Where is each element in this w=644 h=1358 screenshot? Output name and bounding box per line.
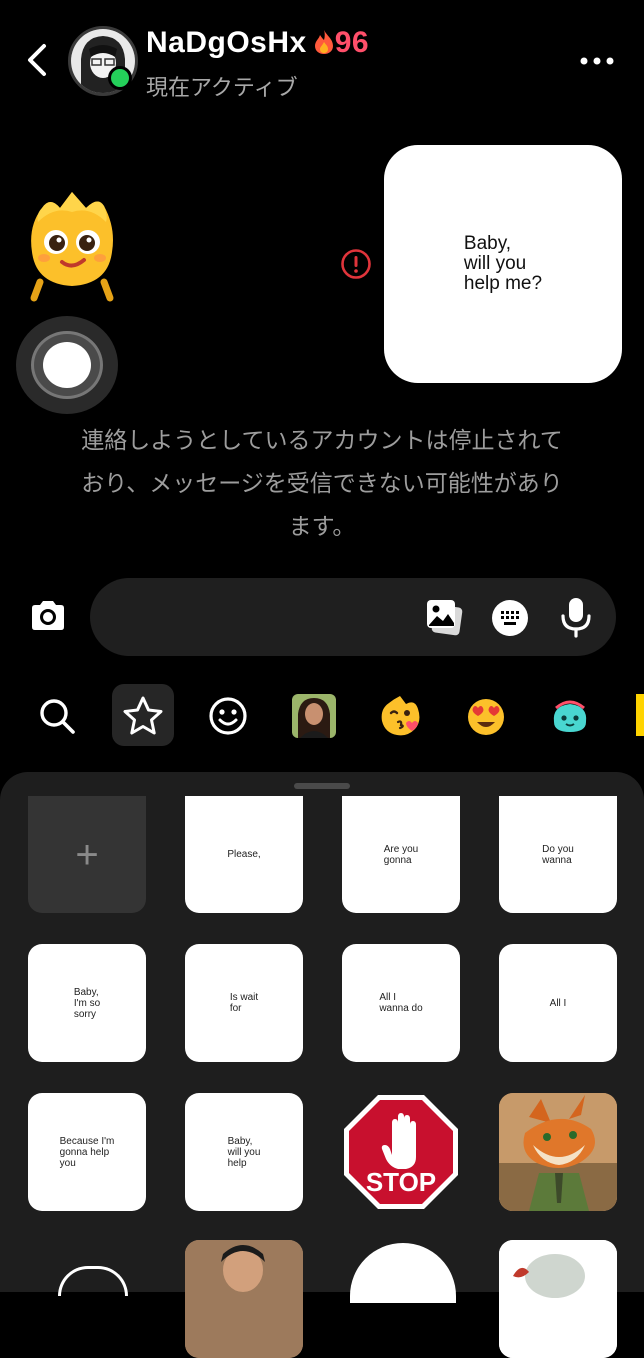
character-sticker[interactable] <box>499 1240 617 1358</box>
streak-count: 96 <box>334 26 370 59</box>
sticker-text: Baby, will you help <box>227 1135 261 1169</box>
active-status: 現在アクティブ <box>146 76 298 101</box>
sticker-item[interactable]: All I wanna do <box>342 944 460 1062</box>
stop-sign-icon: STOP <box>344 1095 458 1209</box>
camera-icon[interactable] <box>28 596 68 636</box>
sent-sticker-text: Baby, will you help me? <box>463 233 543 294</box>
streak-badge: 96 <box>313 26 369 60</box>
tab-kiss-pack[interactable] <box>376 692 424 740</box>
online-status-dot <box>108 66 132 90</box>
sticker-text: Please, <box>227 849 261 860</box>
back-arrow-icon[interactable] <box>22 40 56 80</box>
sticker-item[interactable]: Is wait for <box>185 944 303 1062</box>
sticker-text: Because I'm gonna help you <box>59 1135 115 1169</box>
sent-sticker-message[interactable]: Baby, will you help me? <box>384 145 622 383</box>
tab-emoji[interactable] <box>204 692 252 740</box>
blob-creature-icon <box>553 700 587 732</box>
stop-sign-text: STOP <box>366 1167 436 1197</box>
username: NaDgOsHx <box>146 26 307 59</box>
photo-sticker[interactable] <box>185 1240 303 1358</box>
mascot-sticker[interactable] <box>20 186 124 304</box>
sticker-text: Do you wanna <box>542 843 574 866</box>
photo-sticker-icon[interactable] <box>424 597 466 637</box>
tab-portrait-pack[interactable] <box>290 692 338 740</box>
kiss-emoji-icon <box>381 696 420 736</box>
stop-sign-sticker[interactable]: STOP <box>342 1093 460 1211</box>
smiley-icon <box>209 697 247 735</box>
message-input[interactable] <box>90 578 616 656</box>
keyboard-icon[interactable] <box>490 598 530 638</box>
add-sticker-button[interactable]: + <box>28 796 146 913</box>
sticker-item[interactable]: Do you wanna <box>499 796 617 913</box>
sticker-item[interactable]: Baby, I'm so sorry <box>28 944 146 1062</box>
tab-overflow-indicator <box>636 694 644 736</box>
person-photo-image <box>185 1240 303 1358</box>
plus-icon: + <box>75 832 99 877</box>
heart-eyes-emoji-icon <box>468 699 504 735</box>
portrait-sticker-icon <box>292 694 336 738</box>
fire-icon <box>314 30 333 54</box>
search-icon <box>40 699 75 734</box>
tab-search[interactable] <box>33 692 81 740</box>
more-options-icon[interactable] <box>578 48 618 74</box>
sticker-item[interactable]: Are you gonna <box>342 796 460 913</box>
sticker-item[interactable]: Because I'm gonna help you <box>28 1093 146 1211</box>
microphone-icon[interactable] <box>556 596 596 638</box>
sticker-text: Are you gonna <box>383 843 419 866</box>
character-image <box>499 1240 617 1358</box>
sticker-item[interactable]: Please, <box>185 796 303 913</box>
tab-heart-eyes-pack[interactable] <box>462 692 510 740</box>
sticker-text: Is wait for <box>229 992 259 1014</box>
sticker-text: All I wanna do <box>379 992 423 1014</box>
error-icon[interactable] <box>340 248 372 280</box>
sticker-item[interactable]: All I <box>499 944 617 1062</box>
sticker-item[interactable]: Baby, will you help <box>185 1093 303 1211</box>
fox-sticker[interactable] <box>499 1093 617 1211</box>
sticker-text: Baby, I'm so sorry <box>73 986 101 1020</box>
assistive-touch-core <box>43 342 91 388</box>
account-suspended-notice: 連絡しようとしているアカウントは停止されており、メッセージを受信できない可能性が… <box>81 428 563 540</box>
tab-creature-pack[interactable] <box>546 692 594 740</box>
star-icon <box>123 696 163 735</box>
fox-character-image <box>499 1093 617 1211</box>
panel-drag-handle[interactable] <box>294 783 350 789</box>
sticker-text: All I <box>549 997 567 1009</box>
tab-favorites[interactable] <box>119 692 167 740</box>
username-row[interactable]: NaDgOsHx 96 <box>146 26 369 60</box>
